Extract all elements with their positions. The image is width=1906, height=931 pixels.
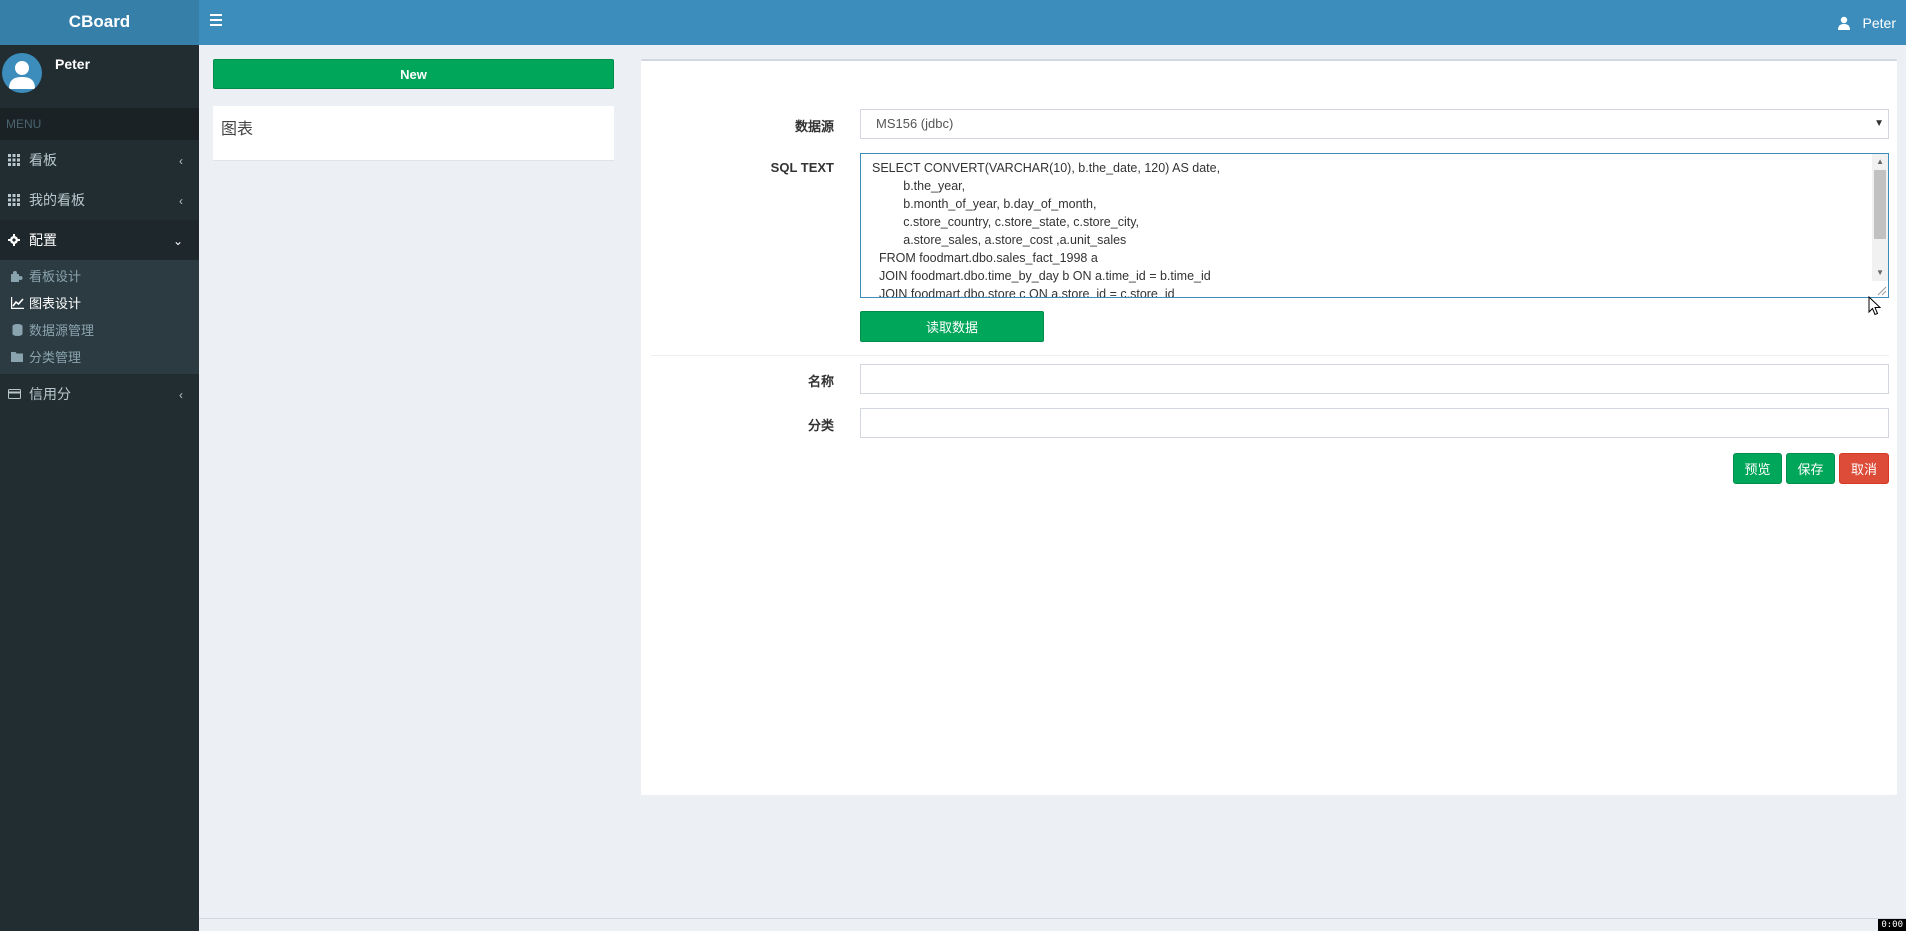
chevron-left-icon: ‹: [179, 194, 183, 208]
footer-divider: [199, 918, 1906, 919]
app-logo[interactable]: CBoard: [0, 0, 199, 45]
grid-icon: [7, 153, 21, 167]
credit-card-icon: [7, 387, 21, 401]
menu-header: MENU: [0, 108, 199, 140]
sidebar-item-dashboards[interactable]: 看板 ‹: [0, 140, 199, 180]
mouse-cursor-icon: [1868, 295, 1882, 316]
header-user-name: Peter: [1862, 14, 1896, 31]
sidebar-item-label: 信用分: [29, 386, 71, 402]
line-chart-icon: [10, 296, 24, 309]
sql-text-label: SQL TEXT: [770, 160, 834, 175]
sql-textarea[interactable]: SELECT CONVERT(VARCHAR(10), b.the_date, …: [860, 153, 1889, 298]
name-label: 名称: [807, 374, 834, 389]
user-panel: Peter: [0, 45, 199, 108]
datasource-selected-value: MS156 (jdbc): [876, 116, 954, 131]
sidebar-subitem-category[interactable]: 分类管理: [0, 343, 199, 370]
sidebar-subitem-chart-design[interactable]: 图表设计: [0, 289, 199, 316]
save-button[interactable]: 保存: [1786, 453, 1835, 484]
chart-list-title[interactable]: 图表: [221, 115, 253, 139]
user-icon: [1837, 16, 1851, 30]
chart-list-panel: 图表: [213, 106, 614, 161]
datasource-select[interactable]: MS156 (jdbc) ▼: [860, 109, 1889, 139]
sidebar-subitem-datasource[interactable]: 数据源管理: [0, 316, 199, 343]
database-icon: [10, 323, 24, 336]
category-label: 分类: [807, 418, 834, 433]
sql-scrollbar[interactable]: ▲ ▼: [1872, 154, 1888, 281]
timer-badge: 0:00: [1878, 919, 1906, 931]
avatar: [2, 53, 42, 93]
cancel-button[interactable]: 取消: [1839, 453, 1889, 484]
config-submenu: 看板设计 图表设计 数据源管理 分类管理: [0, 260, 199, 374]
dropdown-arrow-icon: ▼: [1874, 118, 1884, 129]
read-data-button[interactable]: 读取数据: [860, 311, 1044, 342]
chevron-left-icon: ‹: [179, 154, 183, 168]
sidebar-subitem-label: 分类管理: [29, 350, 82, 365]
preview-button[interactable]: 预览: [1733, 453, 1782, 484]
sidebar-user-name: Peter: [55, 56, 91, 72]
divider: [651, 355, 1889, 356]
name-input[interactable]: [860, 364, 1889, 394]
folder-icon: [10, 351, 24, 362]
sidebar-toggle-icon[interactable]: [210, 14, 224, 28]
sidebar-item-label: 我的看板: [29, 192, 85, 208]
chevron-left-icon: ‹: [179, 388, 183, 402]
sidebar-subitem-board-design[interactable]: 看板设计: [0, 262, 199, 289]
sidebar-item-my-dashboards[interactable]: 我的看板 ‹: [0, 180, 199, 220]
datasource-label: 数据源: [794, 119, 834, 134]
resize-grip-icon[interactable]: [1875, 284, 1887, 296]
scroll-down-icon[interactable]: ▼: [1876, 268, 1884, 277]
chevron-down-icon: ⌄: [172, 234, 183, 248]
top-header: CBoard Peter: [0, 0, 1906, 45]
sidebar-item-label: 配置: [29, 232, 57, 248]
sidebar-subitem-label: 数据源管理: [29, 323, 95, 338]
sidebar-subitem-label: 看板设计: [29, 269, 82, 284]
sidebar-subitem-label: 图表设计: [29, 296, 82, 311]
sidebar-item-label: 看板: [29, 152, 57, 168]
sql-text-content: SELECT CONVERT(VARCHAR(10), b.the_date, …: [872, 161, 1221, 298]
puzzle-icon: [10, 270, 24, 282]
category-input[interactable]: [860, 408, 1889, 438]
scroll-thumb[interactable]: [1874, 170, 1886, 239]
sidebar: Peter MENU 看板 ‹ 我的看板 ‹ 配置 ⌄ 看板设计 图表设计 数据…: [0, 45, 199, 931]
user-menu[interactable]: Peter: [1837, 0, 1896, 45]
sidebar-item-credit[interactable]: 信用分 ‹: [0, 374, 199, 414]
sidebar-item-config[interactable]: 配置 ⌄: [0, 220, 199, 260]
scroll-up-icon[interactable]: ▲: [1876, 157, 1884, 166]
grid-icon: [7, 193, 21, 207]
chart-config-panel: 数据源 MS156 (jdbc) ▼ SQL TEXT SELECT CONVE…: [641, 59, 1897, 795]
gear-icon: [7, 233, 21, 247]
new-chart-button[interactable]: New: [213, 59, 614, 89]
